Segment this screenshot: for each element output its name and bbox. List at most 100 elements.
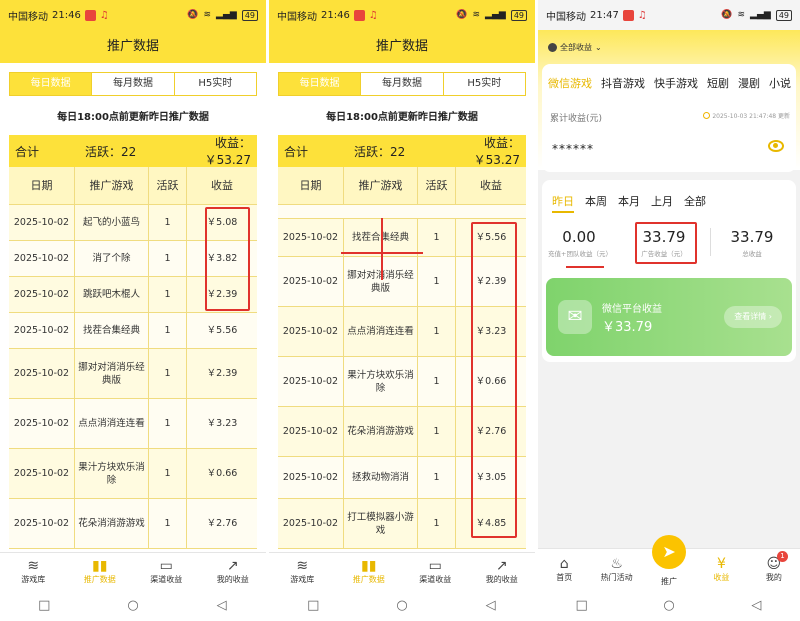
tab-kuaishou-games[interactable]: 快手游戏 <box>654 75 698 91</box>
highlight-box <box>635 222 697 264</box>
col-active: 活跃 <box>149 167 187 204</box>
col-game: 推广游戏 <box>75 167 149 204</box>
total-income: 收益：￥53.27 <box>473 136 520 167</box>
tab-daily[interactable]: 每日数据 <box>279 73 362 95</box>
recent-apps-button[interactable]: □ <box>29 598 59 613</box>
nav-label: 我的 <box>765 573 782 582</box>
row-game: 打工模拟器小游戏 <box>344 499 418 548</box>
row-game: 消了个除 <box>75 241 149 276</box>
back-button[interactable]: ◁ <box>476 598 506 613</box>
clock-label: 21:46 <box>52 9 81 21</box>
nav-channel-income[interactable]: ▭ 渠道收益 <box>402 553 469 590</box>
table-row-partial <box>278 205 526 219</box>
tab-monthly[interactable]: 每月数据 <box>361 73 444 95</box>
row-date: 2025-10-02 <box>9 241 75 276</box>
nav-game-library[interactable]: ≋ 游戏库 <box>269 553 336 590</box>
underline-mark <box>566 266 604 268</box>
tab-douyin-games[interactable]: 抖音游戏 <box>601 75 645 91</box>
nav-home[interactable]: ⌂ 首页 <box>538 549 590 590</box>
tab-daily[interactable]: 每日数据 <box>10 73 93 95</box>
home-button[interactable]: ○ <box>654 598 684 613</box>
flame-icon: ♨ <box>610 556 623 572</box>
clock-label: 21:47 <box>590 9 619 21</box>
nav-promo-data[interactable]: ▮▮ 推广数据 <box>336 553 403 590</box>
battery-icon: 49 <box>775 9 792 21</box>
nav-promote[interactable]: ➤ 推广 <box>643 535 695 590</box>
col-income: 收益 <box>480 179 502 192</box>
app-notification-icon <box>622 9 634 21</box>
tab-monthly[interactable]: 每月数据 <box>92 73 175 95</box>
row-game: 点点消消连连看 <box>344 307 418 356</box>
home-button[interactable]: ○ <box>387 598 417 613</box>
income-filter-dropdown[interactable]: 全部收益 ⌄ <box>548 42 602 53</box>
summary-row: 合计 活跃：22 收益：￥53.27 <box>278 135 526 167</box>
phone-screen-1: 中国移动 21:46 ♫ 🔕 ≋ ▂▄▆ 49 推广数据 每日数据 每月数据 H… <box>0 0 266 621</box>
status-bar: 中国移动 21:47 ♫ 🔕 ≋ ▂▄▆ 49 <box>538 0 800 30</box>
row-active: 1 <box>418 457 456 498</box>
tab-wechat-games[interactable]: 微信游戏 <box>548 75 592 91</box>
row-date: 2025-10-02 <box>9 499 75 548</box>
col-date: 日期 <box>278 167 344 204</box>
table-row[interactable]: 2025-10-02 花朵消消游游戏 1 ￥2.76 <box>9 499 257 549</box>
tab-last-month[interactable]: 上月 <box>651 193 673 213</box>
crosshair-vertical <box>381 218 383 280</box>
wechat-platform-card[interactable]: ✉ 微信平台收益 ￥33.79 查看详情 › <box>546 278 792 356</box>
stat-recharge-team: 0.00 充值+团队收益（元） <box>548 228 612 258</box>
update-time: 2025-10-03 21:47:48 更新 <box>703 111 790 120</box>
row-date: 2025-10-02 <box>278 357 344 406</box>
nav-label: 渠道收益 <box>419 575 452 584</box>
table-header: 日期 推广游戏 活跃 收益 <box>278 167 526 205</box>
nav-hot-events[interactable]: ♨ 热门活动 <box>590 549 642 590</box>
recent-apps-button[interactable]: □ <box>298 598 328 613</box>
nav-income[interactable]: ¥ 收益 <box>695 549 747 590</box>
tab-short-drama[interactable]: 短剧 <box>707 75 729 91</box>
tab-this-month[interactable]: 本月 <box>618 193 640 213</box>
tab-comic-drama[interactable]: 漫剧 <box>738 75 760 91</box>
back-button[interactable]: ◁ <box>741 598 771 613</box>
system-nav: □ ○ ◁ <box>269 590 535 621</box>
tab-yesterday[interactable]: 昨日 <box>552 193 574 213</box>
signal-icon: ▂▄▆ <box>216 10 237 20</box>
tab-h5-realtime[interactable]: H5实时 <box>175 73 256 95</box>
nav-my-income[interactable]: ↗ 我的收益 <box>200 553 267 590</box>
nav-channel-income[interactable]: ▭ 渠道收益 <box>133 553 200 590</box>
row-game: 跳跃吧木棍人 <box>75 277 149 312</box>
nav-game-library[interactable]: ≋ 游戏库 <box>0 553 67 590</box>
row-date: 2025-10-02 <box>278 307 344 356</box>
table-row[interactable]: 2025-10-02 点点消消连连看 1 ￥3.23 <box>9 399 257 449</box>
signal-icon: ▂▄▆ <box>750 10 771 20</box>
system-nav: □ ○ ◁ <box>538 590 800 621</box>
nav-label: 游戏库 <box>21 575 46 584</box>
tab-novel[interactable]: 小说 <box>769 75 791 91</box>
battery-icon: 49 <box>241 9 258 21</box>
table-row[interactable]: 2025-10-02 挪对对消消乐经典版 1 ￥2.39 <box>9 349 257 399</box>
bar-chart-icon: ▮▮ <box>361 558 377 574</box>
recent-apps-button[interactable]: □ <box>567 598 597 613</box>
row-active: 1 <box>149 241 187 276</box>
data-tabs: 每日数据 每月数据 H5实时 <box>278 72 526 96</box>
table-row[interactable]: 2025-10-02 果汁方块欢乐消除 1 ￥0.66 <box>9 449 257 499</box>
system-nav: □ ○ ◁ <box>0 590 266 621</box>
nav-promo-data[interactable]: ▮▮ 推广数据 <box>67 553 134 590</box>
stat-label: 总收益 <box>742 250 762 258</box>
nav-my-income[interactable]: ↗ 我的收益 <box>469 553 536 590</box>
app-notification-icon <box>353 9 365 21</box>
nav-mine[interactable]: ☺ 我的 1 <box>748 549 800 590</box>
tab-this-week[interactable]: 本周 <box>585 193 607 213</box>
nav-label: 推广数据 <box>352 575 385 584</box>
table-header: 日期 推广游戏 活跃 收益 <box>9 167 257 205</box>
tab-h5-realtime[interactable]: H5实时 <box>444 73 525 95</box>
layers-icon: ≋ <box>296 558 309 574</box>
highlight-box <box>471 222 517 538</box>
eye-icon[interactable] <box>768 140 784 152</box>
tab-all[interactable]: 全部 <box>684 193 706 213</box>
row-active: 1 <box>418 219 456 256</box>
table-row[interactable]: 2025-10-02 找茬合集经典 1 ￥5.56 <box>9 313 257 349</box>
row-game: 果汁方块欢乐消除 <box>344 357 418 406</box>
view-details-button[interactable]: 查看详情 › <box>724 306 782 328</box>
home-button[interactable]: ○ <box>118 598 148 613</box>
back-button[interactable]: ◁ <box>207 598 237 613</box>
total-label: 合计 <box>284 144 309 159</box>
nav-label: 收益 <box>713 573 730 582</box>
row-date: 2025-10-02 <box>278 257 344 306</box>
